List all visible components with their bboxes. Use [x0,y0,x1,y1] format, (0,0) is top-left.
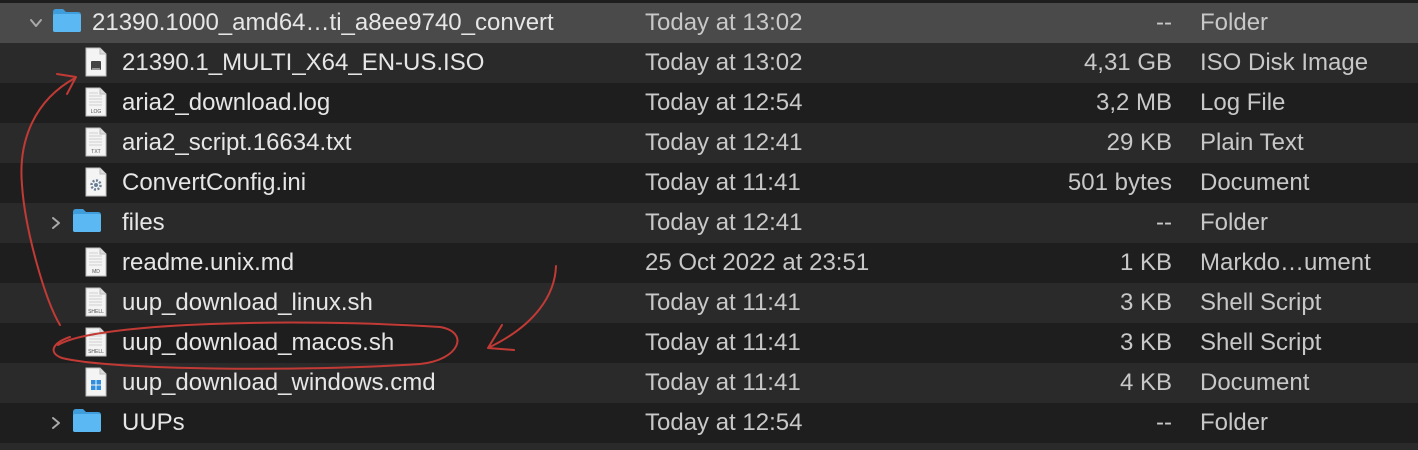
date-modified: Today at 12:54 [645,409,803,436]
date-modified: Today at 12:54 [645,89,803,116]
chevron-right-icon[interactable] [46,203,66,243]
file-row-macos[interactable]: SHELL uup_download_macos.sh Today at 11:41… [0,323,1418,363]
file-row-linux[interactable]: SHELL uup_download_linux.sh Today at 11:41… [0,283,1418,323]
svg-text:SHELL: SHELL [88,309,104,315]
file-kind: Log File [1200,89,1286,116]
svg-text:LOG: LOG [91,109,102,115]
date-modified: 25 Oct 2022 at 23:51 [645,249,870,276]
svg-text:MD: MD [92,269,100,275]
file-size: 4,31 GB [1083,49,1172,76]
file-kind: Folder [1200,9,1269,36]
date-modified: Today at 11:41 [645,329,801,356]
file-name: uup_download_macos.sh [122,329,395,356]
date-modified: Today at 13:02 [645,49,803,76]
disk-image-icon [84,43,112,83]
file-size: 3 KB [1119,329,1172,356]
file-kind: Folder [1200,209,1269,236]
date-modified: Today at 11:41 [645,369,801,396]
folder-icon [72,203,101,243]
file-size: 501 bytes [1067,169,1172,196]
file-name: aria2_download.log [122,89,331,116]
file-row-files[interactable]: files Today at 12:41 -- Folder [0,203,1418,243]
file-name: aria2_script.16634.txt [122,129,352,156]
file-row-iso[interactable]: 21390.1_MULTI_X64_EN-US.ISO Today at 13:0… [0,43,1418,83]
file-name: readme.unix.md [122,249,295,276]
date-modified: Today at 13:02 [645,9,803,36]
date-modified: Today at 12:41 [645,209,803,236]
file-list: 21390.1000_amd64…ti_a8ee9740_convert Toda… [0,3,1418,443]
folder-icon [72,403,101,443]
date-modified: Today at 12:41 [645,129,803,156]
gear-document-icon [84,163,112,203]
file-size: 4 KB [1119,369,1172,396]
date-modified: Today at 11:41 [645,289,801,316]
chevron-right-icon[interactable] [46,403,66,443]
file-size: 3,2 MB [1095,89,1172,116]
file-size: 29 KB [1106,129,1172,156]
file-kind: Document [1200,169,1310,196]
file-row-txt[interactable]: TXT aria2_script.16634.txt Today at 12:41 2… [0,123,1418,163]
file-kind: Folder [1200,409,1269,436]
file-row-ini[interactable]: ConvertConfig.ini Today at 11:41 501 bytes… [0,163,1418,203]
file-kind: Document [1200,369,1310,396]
windows-document-icon [84,363,112,403]
list-bottom-edge [0,443,1418,450]
file-size: -- [1156,209,1172,236]
file-name: UUPs [122,409,185,436]
file-name: files [122,209,165,236]
shell-script-icon: SHELL [84,323,112,363]
svg-text:TXT: TXT [91,149,100,155]
folder-icon [52,3,81,43]
file-row-log[interactable]: LOG aria2_download.log Today at 12:54 3,2 M… [0,83,1418,123]
file-row-root[interactable]: 21390.1000_amd64…ti_a8ee9740_convert Toda… [0,3,1418,43]
text-file-icon: TXT [84,123,112,163]
file-name: uup_download_windows.cmd [122,369,436,396]
markdown-file-icon: MD [84,243,112,283]
file-row-readme[interactable]: MD readme.unix.md 25 Oct 2022 at 23:51 1 KB… [0,243,1418,283]
log-file-icon: LOG [84,83,112,123]
file-size: 1 KB [1119,249,1172,276]
file-size: -- [1156,409,1172,436]
file-name: uup_download_linux.sh [122,289,373,316]
file-kind: ISO Disk Image [1200,49,1369,76]
file-size: 3 KB [1119,289,1172,316]
date-modified: Today at 11:41 [645,169,801,196]
file-kind: Plain Text [1200,129,1304,156]
file-kind: Shell Script [1200,329,1322,356]
file-kind: Shell Script [1200,289,1322,316]
shell-script-icon: SHELL [84,283,112,323]
file-name: ConvertConfig.ini [122,169,307,196]
file-row-windows[interactable]: uup_download_windows.cmd Today at 11:41 4 … [0,363,1418,403]
file-row-uups[interactable]: UUPs Today at 12:54 -- Folder [0,403,1418,443]
file-name: 21390.1_MULTI_X64_EN-US.ISO [122,49,485,76]
svg-text:SHELL: SHELL [88,349,104,355]
file-kind: Markdo…ument [1200,249,1371,276]
chevron-down-icon[interactable] [26,3,46,43]
file-size: -- [1156,9,1172,36]
file-name: 21390.1000_amd64…ti_a8ee9740_convert [92,9,554,36]
